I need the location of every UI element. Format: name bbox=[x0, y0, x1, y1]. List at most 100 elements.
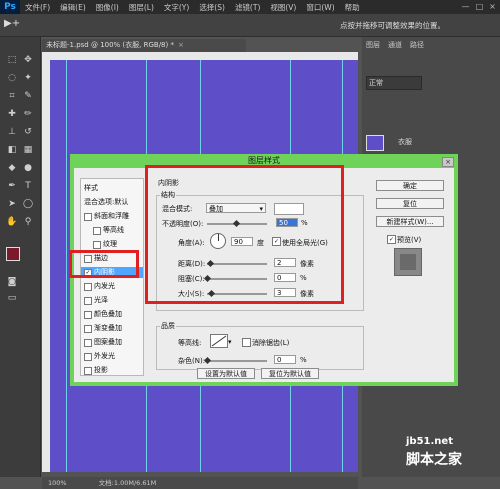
layer-thumbnail[interactable] bbox=[366, 135, 384, 151]
move-tool-icon[interactable]: ▶+ bbox=[4, 18, 20, 29]
menu-help[interactable]: 帮助 bbox=[340, 2, 365, 13]
menu-image[interactable]: 图像(I) bbox=[91, 2, 124, 13]
style-checkbox[interactable] bbox=[84, 311, 92, 319]
hand-tool-icon[interactable]: ✋ bbox=[4, 215, 20, 229]
guide-line[interactable] bbox=[66, 60, 67, 472]
antialias-label: 消除锯齿(L) bbox=[252, 339, 290, 347]
style-item[interactable]: 等高线 bbox=[81, 225, 143, 236]
menu-window[interactable]: 窗口(W) bbox=[301, 2, 339, 13]
move-icon[interactable]: ✥ bbox=[20, 53, 36, 67]
blur-icon[interactable]: ◆ bbox=[4, 161, 20, 175]
close-document-icon[interactable]: × bbox=[178, 41, 184, 49]
reset-button[interactable]: 复位 bbox=[376, 198, 444, 209]
ok-button[interactable]: 确定 bbox=[376, 180, 444, 191]
preview-label: 预览(V) bbox=[397, 236, 422, 244]
pen-tool-icon[interactable]: ✒ bbox=[4, 179, 20, 193]
clone-stamp-icon[interactable]: ⊥ bbox=[4, 125, 20, 139]
crop-tool-icon[interactable]: ⌗ bbox=[4, 89, 20, 103]
style-checkbox[interactable] bbox=[84, 367, 92, 375]
eraser-icon[interactable]: ◧ bbox=[4, 143, 20, 157]
horizontal-ruler bbox=[42, 52, 358, 60]
style-item-label: 斜面和浮雕 bbox=[94, 212, 129, 220]
style-checkbox[interactable] bbox=[84, 339, 92, 347]
style-item[interactable]: 混合选项:默认 bbox=[81, 197, 143, 208]
menu-file[interactable]: 文件(F) bbox=[20, 2, 55, 13]
type-tool-icon[interactable]: T bbox=[20, 179, 36, 193]
gradient-icon[interactable]: ▦ bbox=[20, 143, 36, 157]
contour-picker[interactable] bbox=[210, 334, 228, 348]
tab-channels[interactable]: 通道 bbox=[388, 39, 402, 51]
menu-filter[interactable]: 滤镜(T) bbox=[230, 2, 265, 13]
style-checkbox[interactable] bbox=[93, 241, 101, 249]
tab-paths[interactable]: 路径 bbox=[410, 39, 424, 51]
quick-mask-icon[interactable]: ◙ bbox=[4, 275, 20, 289]
marquee-tool-icon[interactable]: ⬚ bbox=[4, 53, 20, 67]
style-item[interactable]: 渐变叠加 bbox=[81, 323, 143, 334]
chevron-down-icon[interactable]: ▾ bbox=[228, 338, 232, 346]
document-tab[interactable]: 未标题-1.psd @ 100% (衣服, RGB/8) * × bbox=[42, 39, 246, 52]
preview-checkbox[interactable]: ✓ bbox=[387, 235, 396, 244]
style-item[interactable]: 图案叠加 bbox=[81, 337, 143, 348]
minimize-button[interactable]: — bbox=[459, 0, 472, 14]
close-window-button[interactable]: × bbox=[486, 0, 499, 14]
magic-wand-icon[interactable]: ✦ bbox=[20, 71, 36, 85]
style-item[interactable]: 斜面和浮雕 bbox=[81, 211, 143, 222]
style-item-label: 内发光 bbox=[94, 282, 115, 290]
style-item[interactable]: 光泽 bbox=[81, 295, 143, 306]
photoshop-logo: Ps bbox=[0, 0, 20, 14]
menu-layer[interactable]: 图层(L) bbox=[124, 2, 159, 13]
dialog-close-button[interactable]: × bbox=[442, 157, 454, 167]
foreground-color-swatch[interactable] bbox=[6, 247, 20, 261]
style-item-label: 外发光 bbox=[94, 352, 115, 360]
style-item-label: 纹理 bbox=[103, 240, 117, 248]
maximize-button[interactable]: □ bbox=[473, 0, 486, 14]
style-item[interactable]: 内发光 bbox=[81, 281, 143, 292]
style-item[interactable]: 纹理 bbox=[81, 239, 143, 250]
style-item-label: 等高线 bbox=[103, 226, 124, 234]
zoom-level[interactable]: 100% bbox=[48, 479, 67, 487]
status-bar: 100% 文档:1.00M/6.61M bbox=[42, 477, 358, 489]
layer-blend-mode-select[interactable]: 正常 bbox=[366, 76, 422, 90]
tools-panel: ⬚ ✥ ◌ ✦ ⌗ ✎ ✚ ✏ ⊥ ↺ ◧ ▦ ◆ ● ✒ T ➤ ◯ ✋ ⚲ … bbox=[0, 37, 41, 477]
style-checkbox[interactable] bbox=[84, 297, 92, 305]
style-checkbox[interactable] bbox=[84, 283, 92, 291]
set-default-button[interactable]: 设置为默认值 bbox=[197, 368, 255, 379]
eyedropper-icon[interactable]: ✎ bbox=[20, 89, 36, 103]
style-item-label: 投影 bbox=[94, 366, 108, 374]
history-brush-icon[interactable]: ↺ bbox=[20, 125, 36, 139]
path-select-icon[interactable]: ➤ bbox=[4, 197, 20, 211]
style-item-label: 渐变叠加 bbox=[94, 324, 122, 332]
menu-view[interactable]: 视图(V) bbox=[265, 2, 301, 13]
noise-input[interactable]: 0 bbox=[274, 355, 296, 364]
dodge-icon[interactable]: ● bbox=[20, 161, 36, 175]
watermark-name: 脚本之家 bbox=[406, 452, 462, 468]
new-style-button[interactable]: 新建样式(W)... bbox=[376, 216, 444, 227]
ellipse-tool-icon[interactable]: ◯ bbox=[20, 197, 36, 211]
style-checkbox[interactable] bbox=[93, 227, 101, 235]
menu-edit[interactable]: 编辑(E) bbox=[55, 2, 91, 13]
antialias-checkbox[interactable] bbox=[242, 338, 251, 347]
noise-slider[interactable] bbox=[207, 360, 267, 362]
reset-default-button[interactable]: 复位为默认值 bbox=[261, 368, 319, 379]
layer-name[interactable]: 衣服 bbox=[398, 137, 412, 147]
tab-layers[interactable]: 图层 bbox=[366, 39, 380, 51]
noise-label: 杂色(N): bbox=[178, 357, 206, 365]
style-checkbox[interactable] bbox=[84, 353, 92, 361]
lasso-tool-icon[interactable]: ◌ bbox=[4, 71, 20, 85]
annotation-highlight-settings bbox=[145, 165, 344, 304]
document-size: 文档:1.00M/6.61M bbox=[98, 479, 157, 487]
style-checkbox[interactable] bbox=[84, 325, 92, 333]
style-item[interactable]: 投影 bbox=[81, 365, 143, 376]
screen-mode-icon[interactable]: ▭ bbox=[4, 291, 20, 305]
zoom-tool-icon[interactable]: ⚲ bbox=[20, 215, 36, 229]
style-item[interactable]: 外发光 bbox=[81, 351, 143, 362]
styles-header[interactable]: 样式 bbox=[81, 183, 143, 194]
menu-select[interactable]: 选择(S) bbox=[194, 2, 230, 13]
brush-tool-icon[interactable]: ✏ bbox=[20, 107, 36, 121]
contour-curve-icon bbox=[211, 335, 227, 347]
healing-brush-icon[interactable]: ✚ bbox=[4, 107, 20, 121]
style-item[interactable]: 颜色叠加 bbox=[81, 309, 143, 320]
menu-type[interactable]: 文字(Y) bbox=[159, 2, 194, 13]
style-checkbox[interactable] bbox=[84, 213, 92, 221]
watermark-url: jb51.net bbox=[406, 436, 453, 447]
